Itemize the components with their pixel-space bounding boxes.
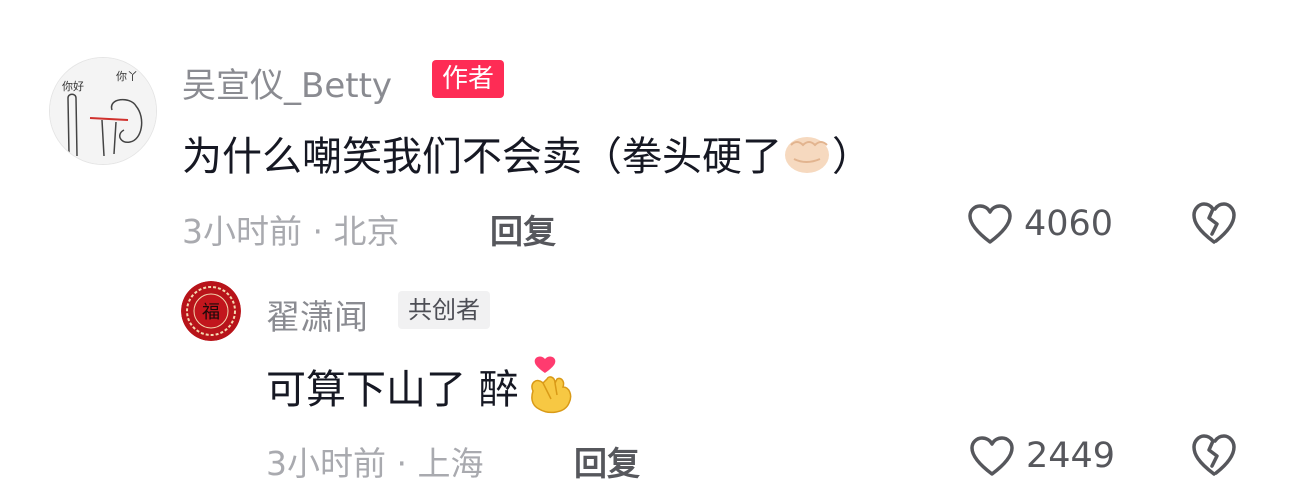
- comment-meta: 3小时前 · 北京: [182, 205, 400, 253]
- username[interactable]: 翟潇闻: [266, 290, 368, 339]
- dislike-button[interactable]: [1190, 200, 1238, 250]
- reply-button[interactable]: 回复: [490, 205, 556, 253]
- dislike-button[interactable]: [1190, 432, 1238, 482]
- reply-button[interactable]: 回复: [574, 437, 640, 485]
- avatar[interactable]: 福: [181, 281, 241, 341]
- comment-location: 北京: [333, 212, 400, 251]
- comment-text-body: 可算下山了 醉: [266, 367, 519, 413]
- meta-separator: ·: [312, 212, 324, 251]
- like-count: 2449: [1026, 436, 1116, 476]
- heart-outline-icon: [970, 436, 1014, 476]
- like-count: 4060: [1024, 204, 1114, 244]
- broken-heart-icon: [1192, 434, 1236, 476]
- cocreator-badge: 共创者: [398, 291, 490, 329]
- comment-text-end: ）: [832, 134, 872, 180]
- comment-meta: 3小时前 · 上海: [266, 437, 484, 485]
- meta-separator: ·: [396, 444, 408, 483]
- comment-location: 上海: [417, 444, 484, 483]
- username[interactable]: 吴宣仪_Betty: [182, 58, 392, 107]
- like-button[interactable]: 2449: [968, 434, 1115, 478]
- fu-character-avatar-image: 福: [181, 281, 241, 341]
- heart-outline-icon: [968, 204, 1012, 244]
- like-button[interactable]: 4060: [966, 202, 1113, 246]
- fist-emoji: [785, 137, 829, 173]
- avatar-doodle-text-1: 你好: [62, 79, 84, 93]
- comment-text: 为什么嘲笑我们不会卖（拳头硬了 ）: [182, 124, 872, 182]
- avatar-doodle-text-2: 你丫: [116, 70, 138, 83]
- broken-heart-icon: [1192, 202, 1236, 244]
- comment-time: 3小时前: [182, 212, 302, 251]
- comment-text-body: 为什么嘲笑我们不会卖（拳头硬了: [182, 134, 782, 180]
- comment-time: 3小时前: [266, 444, 386, 483]
- doodle-avatar-image: 你好 你丫: [50, 58, 156, 164]
- comment-text: 可算下山了 醉: [266, 355, 577, 417]
- finger-heart-emoji: [530, 356, 572, 414]
- avatar[interactable]: 你好 你丫: [49, 57, 157, 165]
- author-badge: 作者: [432, 60, 505, 98]
- avatar-fu-text: 福: [202, 302, 220, 323]
